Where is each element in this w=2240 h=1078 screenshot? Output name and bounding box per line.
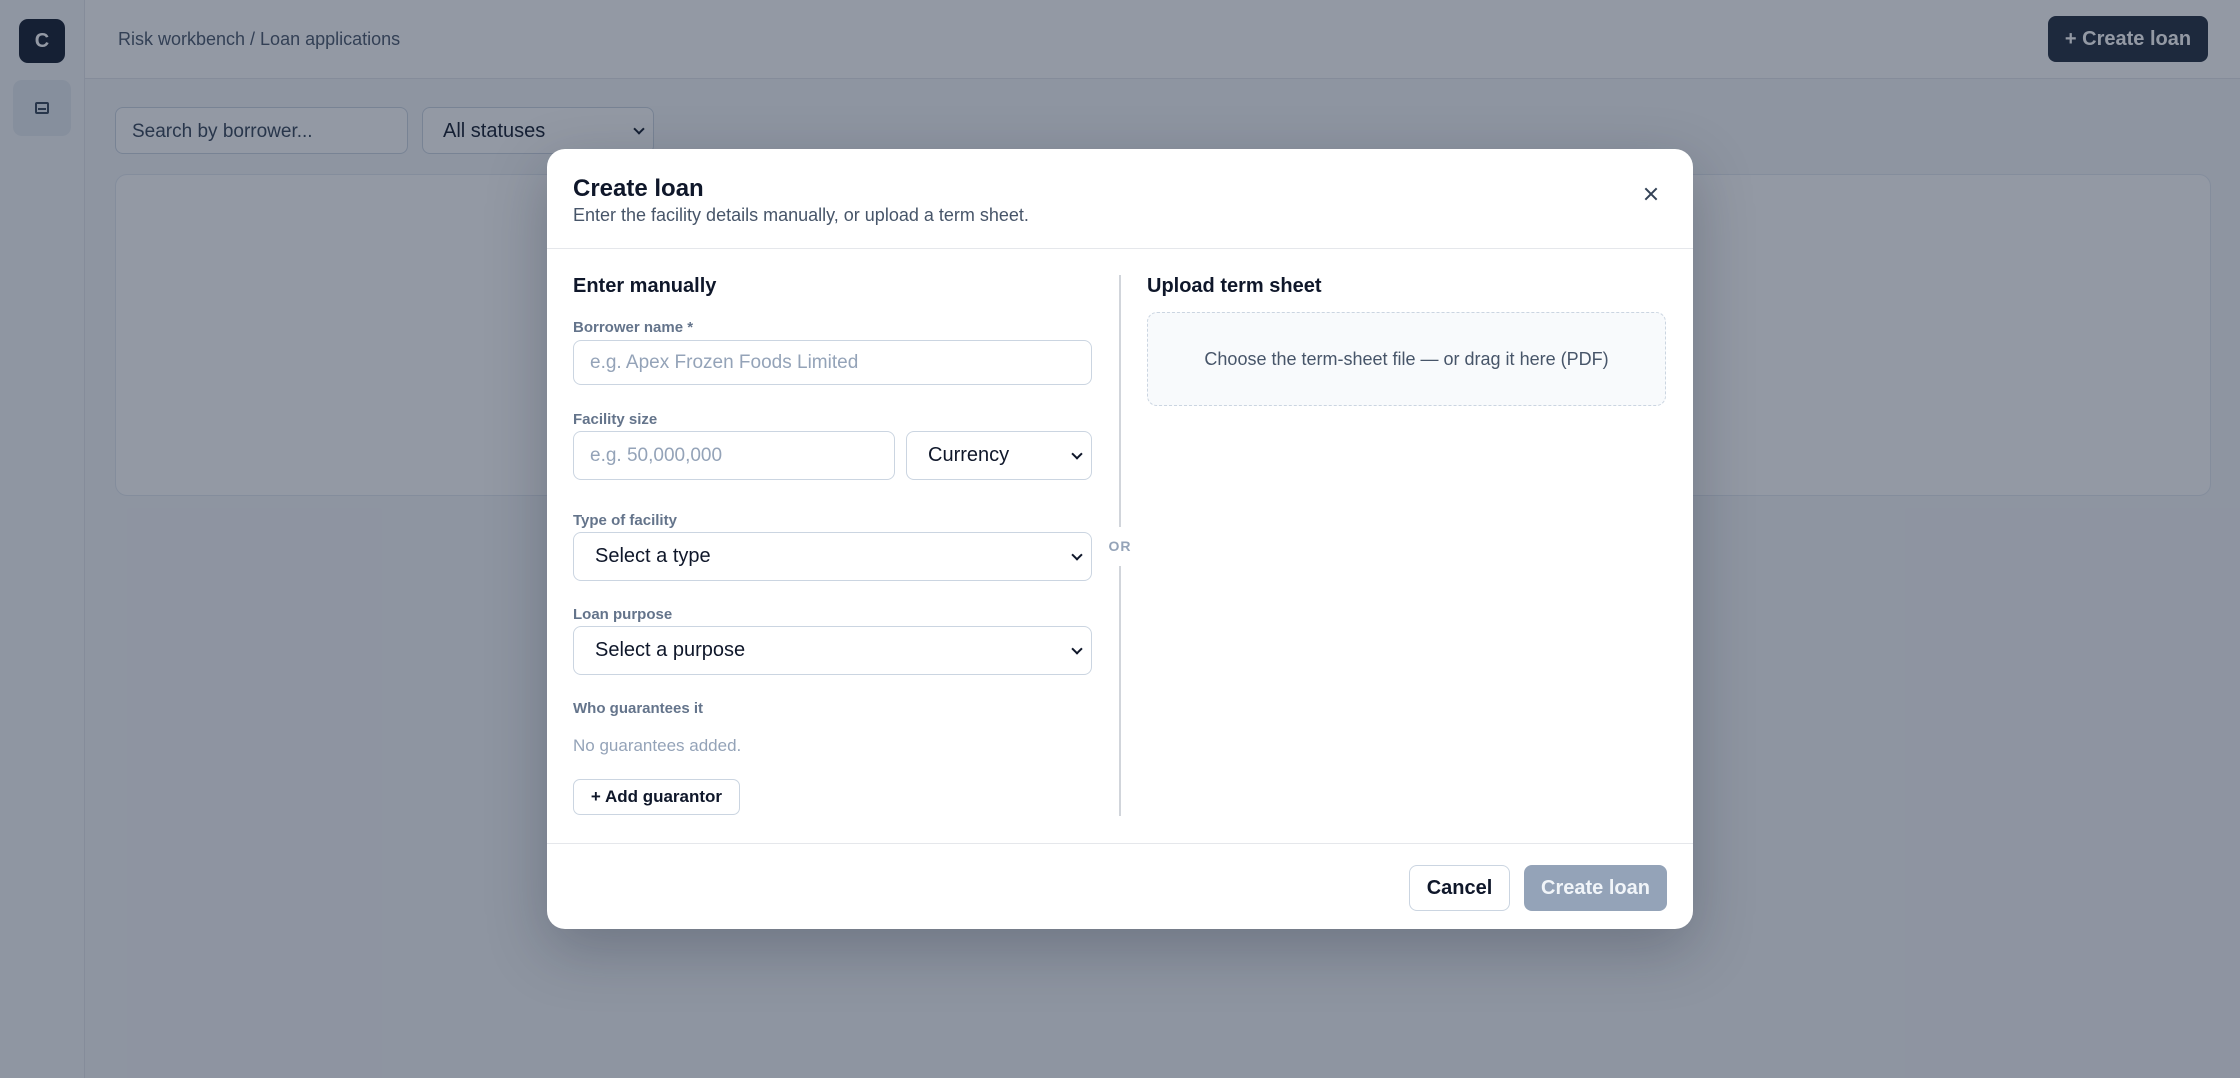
term-sheet-dropzone[interactable]: Choose the term-sheet file — or drag it … bbox=[1147, 312, 1666, 406]
loan-purpose-select[interactable]: Select a purpose bbox=[573, 626, 1092, 675]
cancel-button[interactable]: Cancel bbox=[1409, 865, 1510, 911]
chevron-down-icon bbox=[1071, 549, 1083, 561]
create-loan-dialog: Create loan Enter the facility details m… bbox=[547, 149, 1693, 929]
or-separator: OR bbox=[1108, 538, 1132, 554]
guarantees-empty-text: No guarantees added. bbox=[573, 736, 742, 755]
add-guarantor-button[interactable]: + Add guarantor bbox=[573, 779, 740, 815]
facility-type-value: Select a type bbox=[595, 545, 711, 567]
currency-select[interactable]: Currency bbox=[906, 431, 1092, 480]
currency-select-value: Currency bbox=[928, 444, 1010, 466]
dropzone-text: Choose the term-sheet file — or drag it … bbox=[1204, 348, 1609, 369]
upload-section-title: Upload term sheet bbox=[1147, 275, 1322, 297]
guarantees-label: Who guarantees it bbox=[573, 700, 704, 717]
chevron-down-icon bbox=[1071, 448, 1083, 460]
manual-entry-section: Enter manually Borrower name * e.g. Apex… bbox=[573, 275, 1092, 815]
dialog-subtitle: Enter the facility details manually, or … bbox=[573, 205, 1029, 225]
facility-type-select[interactable]: Select a type bbox=[573, 532, 1092, 581]
dialog-title: Create loan bbox=[573, 175, 704, 202]
dialog-footer: Cancel Create loan bbox=[547, 843, 1693, 929]
loan-purpose-value: Select a purpose bbox=[595, 639, 746, 661]
create-loan-submit-button[interactable]: Create loan bbox=[1524, 865, 1667, 911]
upload-section: Upload term sheet Choose the term-sheet … bbox=[1147, 275, 1667, 406]
manual-section-title: Enter manually bbox=[573, 275, 717, 297]
close-icon[interactable] bbox=[1639, 182, 1663, 206]
facility-size-field[interactable]: e.g. 50,000,000 bbox=[573, 431, 895, 480]
facility-size-label: Facility size bbox=[573, 411, 658, 428]
column-divider bbox=[1119, 275, 1121, 527]
borrower-name-field[interactable]: e.g. Apex Frozen Foods Limited bbox=[573, 340, 1092, 385]
chevron-down-icon bbox=[1071, 643, 1083, 655]
loan-purpose-label: Loan purpose bbox=[573, 606, 673, 623]
column-divider bbox=[1119, 566, 1121, 816]
facility-type-label: Type of facility bbox=[573, 512, 677, 529]
dialog-header: Create loan Enter the facility details m… bbox=[547, 149, 1693, 249]
borrower-name-label: Borrower name * bbox=[573, 319, 694, 336]
